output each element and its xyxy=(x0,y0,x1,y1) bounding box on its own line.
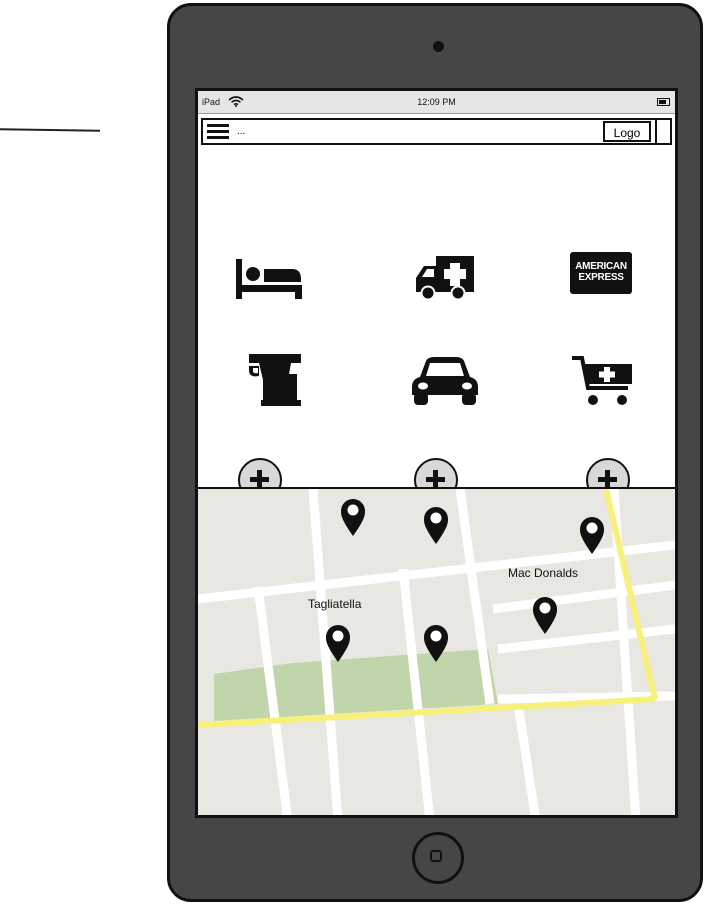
battery-icon xyxy=(657,98,670,106)
logo-button[interactable]: Logo xyxy=(603,121,651,142)
status-bar: iPad 12:09 PM xyxy=(198,91,675,114)
coffee-icon[interactable] xyxy=(245,354,305,406)
map-label-mac-donalds[interactable]: Mac Donalds xyxy=(508,566,578,580)
hamburger-menu-icon[interactable] xyxy=(207,124,229,140)
car-icon[interactable] xyxy=(412,357,478,405)
american-express-icon[interactable]: AMERICAN EXPRESS xyxy=(570,252,632,294)
home-button[interactable] xyxy=(412,832,464,884)
search-input[interactable] xyxy=(237,122,577,140)
camera-icon xyxy=(433,41,444,52)
sketch-line xyxy=(0,128,101,132)
toolbar-divider xyxy=(655,120,657,143)
ambulance-icon[interactable] xyxy=(414,250,476,300)
home-square-icon xyxy=(430,850,442,862)
status-time: 12:09 PM xyxy=(417,97,456,107)
device-screen: iPad 12:09 PM Logo xyxy=(195,88,678,818)
amex-line1: AMERICAN xyxy=(575,261,627,272)
map-label-tagliatella[interactable]: Tagliatella xyxy=(308,597,361,611)
category-icon-grid: AMERICAN EXPRESS xyxy=(198,151,675,502)
map-view[interactable]: Mac Donalds Tagliatella xyxy=(198,489,675,815)
map-roads xyxy=(198,489,675,815)
amex-line2: EXPRESS xyxy=(578,272,624,283)
top-toolbar: Logo xyxy=(201,118,672,145)
bed-icon[interactable] xyxy=(236,259,302,301)
add-to-cart-icon[interactable] xyxy=(572,356,634,408)
